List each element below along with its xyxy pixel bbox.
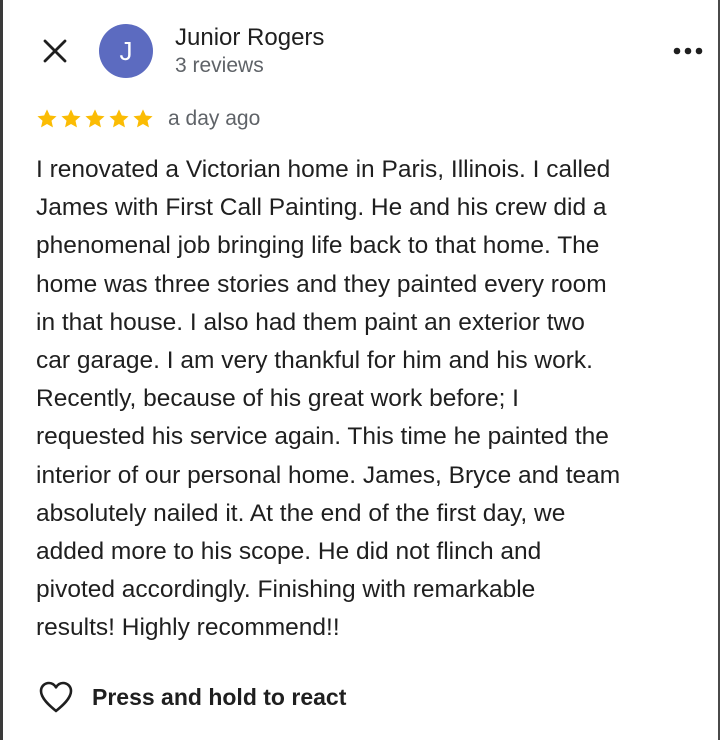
review-text-line: results! Highly recommend!! — [36, 614, 340, 642]
react-label: Press and hold to react — [92, 683, 347, 710]
star-icon — [133, 109, 153, 128]
review-text-line: in that house. I also had them paint an … — [36, 308, 585, 336]
review-text-line: added more to his scope. He did not flin… — [36, 538, 542, 566]
review-detail-screen: J Junior Rogers 3 reviews a day ago I re… — [0, 0, 720, 740]
close-icon — [43, 39, 67, 63]
reviewer-review-count: 3 reviews — [175, 54, 264, 77]
review-text-line: home was three stories and they painted … — [36, 270, 607, 298]
review-text-line: car garage. I am very thankful for him a… — [36, 347, 593, 375]
react-button[interactable]: Press and hold to react — [38, 680, 346, 714]
heart-outline-icon — [39, 681, 73, 713]
review-text-line: phenomenal job bringing life back to tha… — [36, 232, 600, 260]
star-icon — [37, 109, 57, 128]
close-button[interactable] — [38, 34, 72, 68]
review-text-line: James with First Call Painting. He and h… — [36, 194, 607, 222]
star-rating — [36, 108, 154, 130]
review-text-line: absolutely nailed it. At the end of the … — [36, 499, 566, 527]
star-icon — [85, 109, 105, 128]
more-options-button[interactable] — [668, 34, 708, 68]
star-icon — [61, 109, 81, 128]
star-icon — [109, 109, 129, 128]
rating-row: a day ago — [36, 107, 260, 131]
more-vert-icon — [673, 47, 703, 55]
review-text-line: interior of our personal home. James, Br… — [36, 461, 621, 489]
review-text-line: I renovated a Victorian home in Paris, I… — [36, 156, 611, 183]
avatar[interactable]: J — [99, 24, 153, 78]
reviewer-name[interactable]: Junior Rogers — [175, 24, 324, 52]
review-text-line: pivoted accordingly. Finishing with rema… — [36, 576, 536, 604]
review-text-line: Recently, because of his great work befo… — [36, 385, 519, 413]
review-text: I renovated a Victorian home in Paris, I… — [36, 151, 708, 648]
review-text-line: requested his service again. This time h… — [36, 423, 609, 451]
screen-edge-left — [0, 0, 3, 740]
review-time: a day ago — [168, 107, 261, 130]
